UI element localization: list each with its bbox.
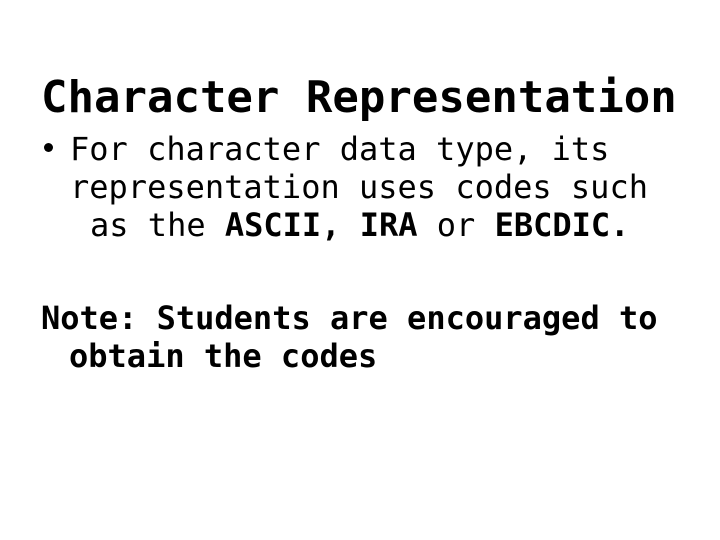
note-text-line: obtain the codes — [69, 337, 378, 375]
page-title: Character Representation — [41, 72, 677, 124]
emphasis-run: ASCII, IRA — [224, 206, 418, 244]
note-block: Note: Students are encouraged to obtain … — [41, 299, 720, 375]
note-text: Note: Students are encouraged to obtain … — [41, 299, 720, 375]
plain-run: For character data type, its — [70, 130, 610, 168]
emphasis-run: EBCDIC. — [494, 206, 630, 244]
note-text-line: Note: Students are encouraged to — [41, 299, 658, 337]
bullet-text-line: For character data type, its — [70, 130, 720, 168]
bullet-text-line: as the ASCII, IRA or EBCDIC. — [70, 206, 720, 244]
presentation-slide: Character Representation For character d… — [0, 0, 720, 540]
bullet-text-line: representation uses codes such — [70, 168, 720, 206]
plain-run: as the — [90, 206, 225, 244]
bullet-list: For character data type, its representat… — [0, 130, 720, 244]
bullet-item-text: For character data type, its representat… — [70, 130, 720, 244]
list-item: For character data type, its representat… — [0, 130, 720, 244]
plain-run: or — [417, 206, 495, 244]
plain-run: representation uses codes such — [70, 168, 648, 206]
bullet-dot-icon — [44, 143, 53, 152]
